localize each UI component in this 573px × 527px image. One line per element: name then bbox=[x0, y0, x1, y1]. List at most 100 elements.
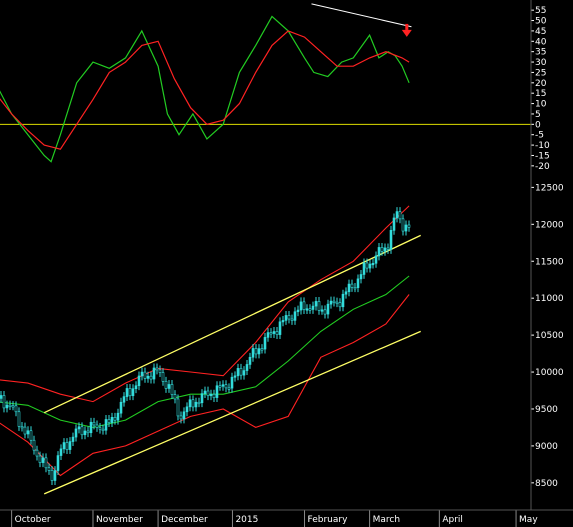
candle-body bbox=[140, 371, 144, 377]
candle-body bbox=[62, 442, 66, 450]
oscillator-tick-label: 40 bbox=[535, 37, 547, 47]
candle-body bbox=[125, 388, 129, 397]
candle-body bbox=[356, 278, 360, 288]
candle-body bbox=[191, 399, 195, 408]
price-y-axis: 12500 12000 11500 11000 10500 10000 9500 9000 85… bbox=[531, 183, 564, 489]
month-label: March bbox=[373, 515, 400, 525]
price-tick-label: 11500 bbox=[535, 257, 564, 267]
price-overlays bbox=[0, 205, 421, 495]
candle-body bbox=[128, 388, 132, 397]
candle-body bbox=[308, 308, 312, 311]
candle-body bbox=[374, 255, 378, 264]
candle-body bbox=[335, 301, 339, 304]
overlay-channel-lower bbox=[43, 330, 421, 495]
candle-body bbox=[263, 337, 267, 350]
candle-body bbox=[134, 385, 138, 390]
candle-body bbox=[71, 436, 75, 442]
candle-body bbox=[107, 419, 111, 423]
candle-body bbox=[383, 247, 387, 252]
candle-body bbox=[266, 332, 270, 338]
candle-body bbox=[80, 426, 84, 436]
candle-body bbox=[353, 287, 357, 290]
oscillator-line-1 bbox=[0, 15, 410, 163]
oscillator-panel: 5550454035302520151050-5-10-15-20 bbox=[0, 3, 550, 172]
price-tick-label: 11000 bbox=[535, 294, 564, 304]
candle-body bbox=[68, 441, 72, 450]
candle-body bbox=[155, 367, 159, 371]
candle-body bbox=[194, 401, 198, 408]
candle-body bbox=[326, 303, 330, 315]
candle-body bbox=[368, 263, 372, 269]
candle-body bbox=[86, 430, 90, 434]
price-panel: 12500 12000 11500 11000 10500 10000 9500 9000 85… bbox=[0, 183, 564, 527]
candle-body bbox=[287, 315, 291, 320]
candle-body bbox=[29, 430, 33, 441]
candle-body bbox=[26, 430, 30, 435]
price-tick-label: 8500 bbox=[535, 479, 558, 489]
candle-body bbox=[110, 416, 114, 423]
candle-body bbox=[185, 406, 189, 413]
candle-body bbox=[281, 320, 285, 323]
oscillator-series bbox=[0, 15, 410, 163]
oscillator-tick-label: 15 bbox=[535, 89, 546, 99]
arrow-head bbox=[401, 29, 412, 37]
candle-body bbox=[11, 405, 15, 408]
candle-body bbox=[38, 455, 42, 463]
candle-body bbox=[143, 371, 147, 379]
candle-body bbox=[398, 211, 402, 220]
candle-body bbox=[0, 395, 3, 399]
candle-body bbox=[95, 424, 99, 428]
candle-body bbox=[197, 401, 201, 405]
candle-body bbox=[23, 426, 27, 435]
candle-body bbox=[44, 457, 48, 469]
divergence-line bbox=[311, 3, 412, 28]
price-tick-label: 12000 bbox=[535, 220, 564, 230]
candle-body bbox=[284, 315, 288, 321]
candle-body bbox=[200, 393, 204, 404]
candle-body bbox=[347, 283, 351, 293]
candle-body bbox=[317, 301, 321, 311]
oscillator-tick-label: -10 bbox=[535, 141, 550, 151]
candle-body bbox=[341, 293, 345, 308]
candle-body bbox=[152, 367, 156, 380]
candle-body bbox=[116, 412, 120, 421]
oscillator-tick-label: 10 bbox=[535, 100, 547, 110]
candle-body bbox=[215, 385, 219, 398]
month-label: October bbox=[15, 515, 51, 525]
candle-body bbox=[392, 217, 396, 231]
candle-body bbox=[272, 331, 276, 334]
candle-body bbox=[332, 300, 336, 303]
oscillator-tick-label: 45 bbox=[535, 27, 546, 37]
oscillator-y-axis: 5550454035302520151050-5-10-15-20 bbox=[531, 6, 550, 172]
oscillator-tick-label: 5 bbox=[535, 110, 541, 120]
candle-body bbox=[248, 356, 252, 365]
candle-body bbox=[131, 388, 135, 397]
candle-body bbox=[221, 384, 225, 387]
candle-body bbox=[35, 449, 39, 457]
candle-body bbox=[245, 364, 249, 371]
price-chart: 5550454035302520151050-5-10-15-20 125001… bbox=[0, 0, 573, 527]
candle-body bbox=[278, 321, 282, 335]
candle-body bbox=[290, 318, 294, 321]
candle-body bbox=[77, 426, 81, 430]
candle-body bbox=[320, 309, 324, 312]
price-tick-label: 9500 bbox=[535, 405, 558, 415]
candle-body bbox=[275, 331, 279, 335]
candle-body bbox=[302, 301, 306, 310]
candle-body bbox=[176, 398, 180, 417]
candle-body bbox=[161, 372, 165, 382]
candle-body bbox=[257, 348, 261, 355]
candle-body bbox=[137, 375, 141, 387]
candle-body bbox=[212, 393, 216, 398]
candle-body bbox=[56, 455, 60, 471]
candle-body bbox=[83, 430, 87, 436]
month-label: May bbox=[519, 515, 538, 525]
oscillator-tick-label: 50 bbox=[535, 17, 547, 27]
candle-body bbox=[158, 369, 162, 373]
candle-body bbox=[32, 439, 36, 451]
oscillator-tick-label: 55 bbox=[535, 6, 546, 16]
candle-body bbox=[113, 416, 117, 421]
oscillator-tick-label: 25 bbox=[535, 68, 546, 78]
candle-body bbox=[254, 348, 258, 355]
candle-body bbox=[395, 211, 399, 219]
